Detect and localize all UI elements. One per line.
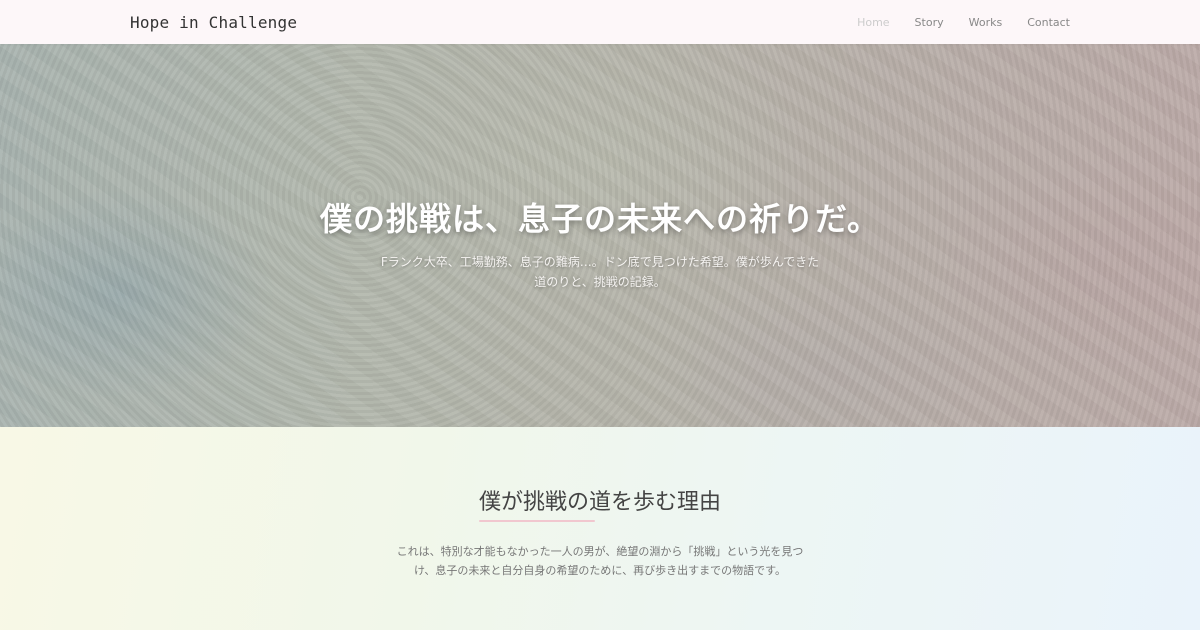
site-header: Hope in Challenge Home Story Works Conta… xyxy=(0,0,1200,44)
hero-section: 僕の挑戦は、息子の未来への祈りだ。 Fランク大卒、工場勤務、息子の難病…。ドン底… xyxy=(0,44,1200,427)
nav-link-home[interactable]: Home xyxy=(857,16,889,29)
title-underline xyxy=(478,520,596,522)
nav-link-story[interactable]: Story xyxy=(915,16,944,29)
section-title-text: 僕が挑戦の道を歩む理由 xyxy=(478,490,721,515)
reason-section: 僕が挑戦の道を歩む理由 これは、特別な才能もなかった一人の男が、絶望の淵から「挑… xyxy=(0,427,1200,630)
hero-title: 僕の挑戦は、息子の未来への祈りだ。 xyxy=(319,200,881,238)
section-title: 僕が挑戦の道を歩む理由 xyxy=(478,484,721,522)
main-nav: Home Story Works Contact xyxy=(857,16,1070,29)
nav-link-contact[interactable]: Contact xyxy=(1027,16,1070,29)
hero-subtitle: Fランク大卒、工場勤務、息子の難病…。ドン底で見つけた希望。僕が歩んできた道のり… xyxy=(380,255,820,289)
site-brand-link[interactable]: Hope in Challenge xyxy=(130,13,297,32)
section-body-text: これは、特別な才能もなかった一人の男が、絶望の淵から「挑戦」という光を見つけ、息… xyxy=(396,545,804,577)
nav-link-works[interactable]: Works xyxy=(969,16,1003,29)
hero-content: 僕の挑戦は、息子の未来への祈りだ。 Fランク大卒、工場勤務、息子の難病…。ドン底… xyxy=(0,194,1200,292)
